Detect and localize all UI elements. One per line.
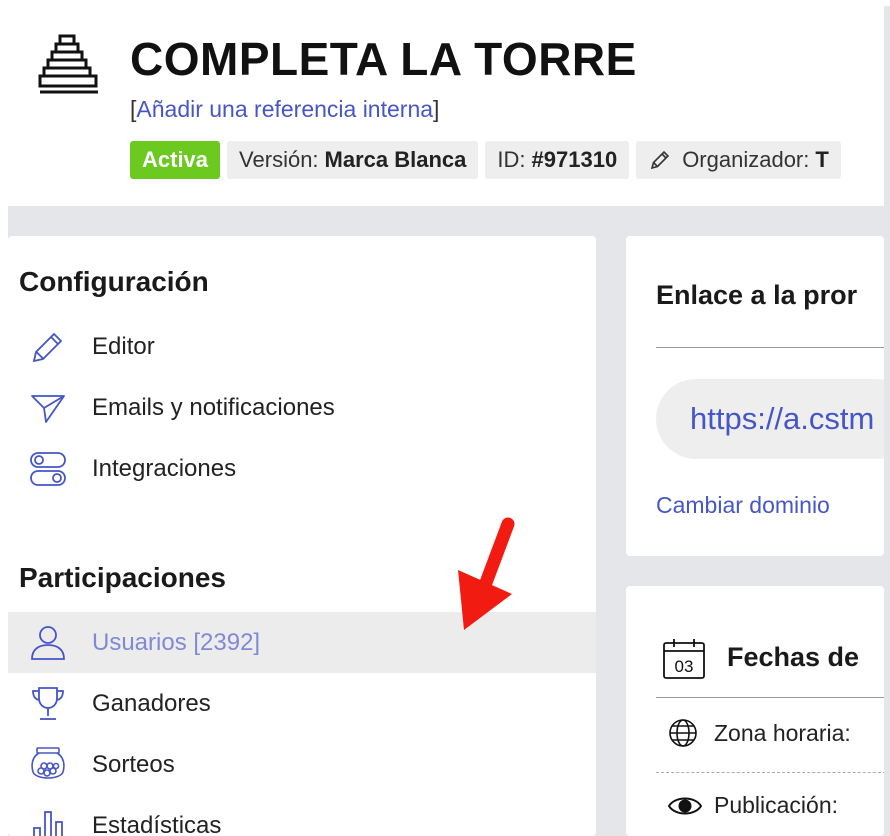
lottery-bowl-icon	[26, 745, 70, 785]
sidebar-item-integrations[interactable]: Integraciones	[8, 438, 596, 499]
sidebar-item-winners[interactable]: Ganadores	[8, 673, 596, 734]
id-badge: ID: #971310	[485, 141, 630, 179]
promotion-link-card: Enlace a la pror https://a.cstm Cambiar …	[626, 236, 884, 556]
internal-reference: [Añadir una referencia interna]	[130, 96, 440, 122]
toggles-icon	[26, 449, 70, 489]
paper-plane-icon	[26, 388, 70, 428]
dates-card-title: Fechas de	[727, 642, 860, 672]
sidebar-item-draws[interactable]: Sorteos	[8, 734, 596, 795]
sidebar-item-emails[interactable]: Emails y notificaciones	[8, 377, 596, 438]
config-section-title: Configuración	[19, 266, 209, 297]
sidebar-item-label: Integraciones	[92, 454, 237, 482]
dates-card: 03 Fechas de Zona horaria: Publicación:	[626, 586, 884, 836]
tower-logo-icon	[36, 32, 102, 98]
promotion-header: COMPLETA LA TORRE [Añadir una referencia…	[8, 6, 884, 206]
window-left-edge	[0, 0, 8, 836]
pencil-icon	[26, 327, 70, 367]
sidebar-item-label: Editor	[92, 332, 155, 360]
sidebar-item-label: Ganadores	[92, 689, 211, 717]
sidebar-item-label: Emails y notificaciones	[92, 393, 335, 421]
change-domain-link[interactable]: Cambiar dominio	[656, 492, 830, 519]
status-badge: Activa	[130, 141, 221, 179]
timezone-label: Zona horaria:	[714, 719, 851, 746]
publication-row: Publicación:	[668, 792, 838, 819]
eye-icon	[668, 794, 702, 818]
participations-section-title: Participaciones	[19, 562, 226, 593]
bar-chart-icon	[26, 806, 70, 836]
dashed-divider	[656, 772, 884, 773]
sidebar-item-editor[interactable]: Editor	[8, 316, 596, 377]
timezone-row: Zona horaria:	[668, 718, 851, 748]
link-card-title: Enlace a la pror	[656, 280, 858, 310]
divider	[656, 697, 884, 698]
version-badge: Versión: Marca Blanca	[227, 141, 479, 179]
sidebar-item-label: Sorteos	[92, 750, 175, 778]
promotion-url[interactable]: https://a.cstm	[656, 379, 884, 459]
organizer-badge[interactable]: Organizador: T	[636, 141, 841, 179]
sidebar-item-label: Usuarios [2392]	[92, 628, 261, 656]
page-title: COMPLETA LA TORRE	[130, 33, 637, 85]
trophy-icon	[26, 684, 70, 724]
annotation-arrow-icon	[450, 512, 530, 636]
publication-label: Publicación:	[714, 792, 839, 818]
pencil-icon	[648, 148, 672, 172]
info-badges: Activa Versión: Marca Blanca ID: #971310 O…	[130, 141, 841, 179]
sidebar-item-label: Estadísticas	[92, 811, 222, 836]
user-icon	[26, 623, 70, 663]
calendar-day: 03	[675, 657, 694, 676]
globe-icon	[668, 718, 702, 748]
calendar-icon: 03	[662, 638, 706, 685]
divider	[656, 347, 884, 348]
add-internal-reference-link[interactable]: Añadir una referencia interna	[136, 96, 433, 122]
sidebar-item-statistics[interactable]: Estadísticas	[8, 795, 596, 836]
